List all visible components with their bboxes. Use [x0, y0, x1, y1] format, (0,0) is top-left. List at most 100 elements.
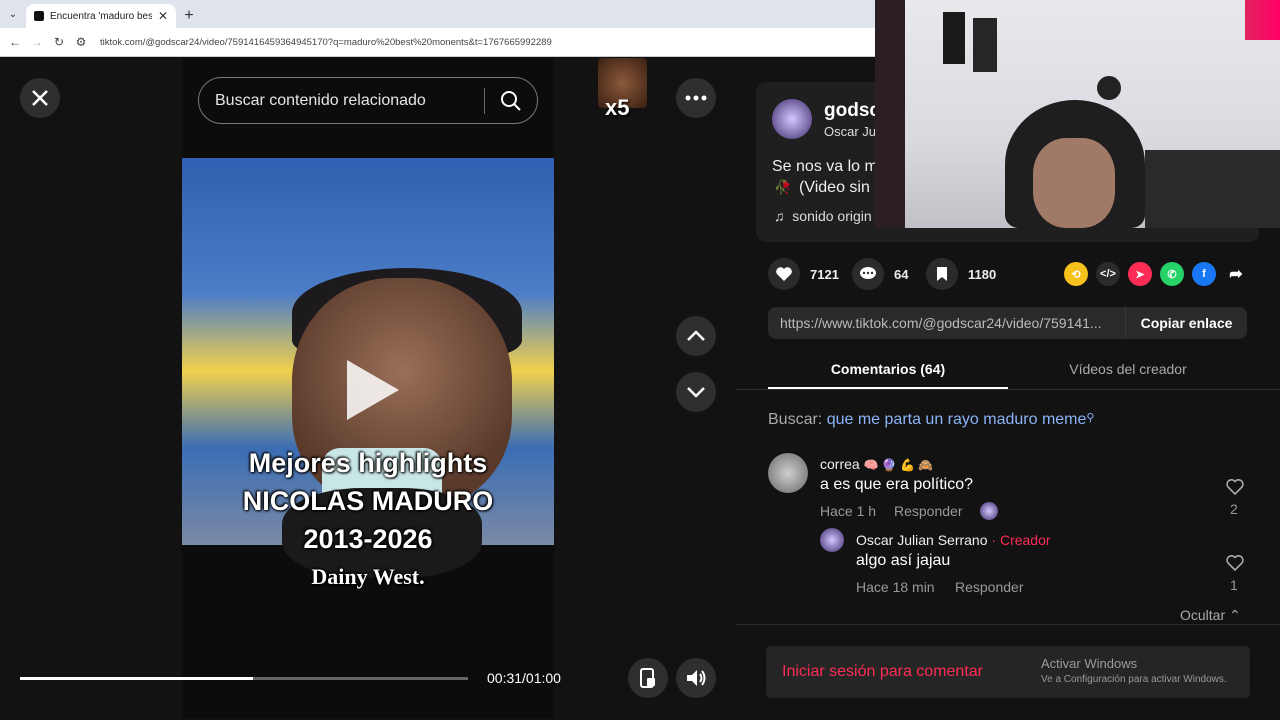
rose-emoji-icon: 🥀 [774, 179, 792, 195]
video-description: Se nos va lo m [772, 158, 878, 175]
video-time: 00:31/01:00 [487, 670, 561, 686]
browser-tab[interactable]: Encuentra 'maduro best monen' ✕ [26, 4, 176, 28]
more-options-button[interactable] [676, 78, 716, 118]
webcam-mic-arm [1145, 150, 1280, 228]
picture-in-picture-icon [640, 668, 655, 688]
reply-like-heart-icon[interactable] [1225, 553, 1245, 573]
new-tab-button[interactable]: + [176, 4, 202, 28]
video-progress-bar[interactable] [20, 677, 468, 680]
comment-count: 64 [894, 266, 909, 282]
sound-link[interactable]: ♫ sonido origin [774, 208, 872, 224]
search-icon[interactable] [499, 89, 523, 113]
video-caption-line1: Mejores highlights [248, 448, 488, 478]
close-tab-icon[interactable]: ✕ [158, 9, 168, 23]
related-search-placeholder: Buscar contenido relacionado [215, 91, 426, 109]
reply-author-avatar[interactable] [820, 528, 844, 552]
video-caption-line4: Dainy West. [311, 564, 425, 589]
site-info-icon[interactable]: ⚙ [74, 35, 88, 49]
like-count: 7121 [810, 266, 839, 282]
author-username[interactable]: godsc [824, 100, 880, 122]
comment-stat[interactable]: 64 [852, 258, 908, 290]
webcam-shelf [875, 0, 905, 228]
panel-tabs: Comentarios (64) Vídeos del creador [736, 350, 1280, 390]
video-caption-line3: 2013-2026 [303, 524, 433, 554]
sticker-multiplier: x5 [605, 95, 630, 120]
reply-button[interactable]: Responder [894, 503, 963, 519]
music-note-icon: ♫ [774, 208, 785, 224]
reload-icon[interactable]: ↻ [52, 35, 66, 49]
whatsapp-icon[interactable]: ✆ [1160, 262, 1184, 286]
tab-comments[interactable]: Comentarios (64) [768, 361, 1008, 377]
comment-like-count: 2 [1230, 501, 1238, 517]
back-icon[interactable]: ← [8, 35, 22, 49]
comment-like-heart-icon[interactable] [1225, 477, 1245, 497]
reply-text: algo así jajau [856, 552, 951, 569]
author-avatar[interactable] [772, 99, 812, 139]
next-video-button[interactable] [676, 372, 716, 412]
tab-creator-videos[interactable]: Vídeos del creador [1008, 361, 1248, 377]
video-player[interactable]: Mejores highlights NICOLAS MADURO 2013-2… [182, 58, 554, 718]
chevron-up-small-icon: ⌃ [1229, 607, 1241, 623]
chevron-down-icon [687, 387, 705, 398]
close-icon [32, 90, 48, 106]
heart-icon[interactable] [768, 258, 800, 290]
share-link-text[interactable]: https://www.tiktok.com/@godscar24/video/… [768, 315, 1125, 331]
search-suggestion-query[interactable]: que me parta un rayo maduro meme [827, 411, 1087, 428]
ellipsis-icon [685, 95, 707, 101]
emoji-decorations-icon: 🧠 🔮 💪 🙈 [863, 458, 934, 472]
reply-time: Hace 18 min [856, 579, 935, 595]
active-tab-indicator [768, 387, 1008, 389]
reply-reply-button[interactable]: Responder [955, 579, 1024, 595]
comment-text: a es que era político? [820, 476, 973, 493]
save-count: 1180 [968, 266, 997, 282]
embed-code-icon[interactable]: </> [1096, 262, 1120, 286]
creator-badge: · Creador [991, 532, 1051, 548]
hide-replies-label: Ocultar [1180, 607, 1226, 623]
video-progress-fill [20, 677, 253, 680]
close-video-button[interactable] [20, 78, 60, 118]
sound-name: sonido origin [792, 208, 872, 224]
webcam-poster-1 [943, 12, 965, 64]
search-suggestion[interactable]: Buscar: que me parta un rayo maduro meme… [768, 411, 1094, 429]
related-search-input[interactable]: Buscar contenido relacionado [198, 77, 538, 124]
tab-search-dropdown[interactable]: ⌄ [0, 0, 26, 28]
panel-divider [736, 624, 1280, 625]
windows-activation-watermark: Activar Windows Ve a Configuración para … [1041, 656, 1227, 685]
chevron-up-icon [687, 330, 705, 341]
reply-author-name: Oscar Julian Serrano [856, 532, 988, 548]
webcam-dartboard [1097, 76, 1121, 100]
commenter-avatar[interactable] [768, 453, 808, 493]
floating-player-button[interactable] [628, 658, 668, 698]
webcam-overlay [875, 0, 1280, 228]
hide-replies-button[interactable]: Ocultar ⌃ [1180, 607, 1241, 624]
search-divider [484, 88, 485, 114]
tiktok-favicon-icon [34, 11, 44, 21]
comment-time: Hace 1 h [820, 503, 877, 519]
author-nickname: Oscar Ju [824, 124, 877, 139]
volume-button[interactable] [676, 658, 716, 698]
repost-icon[interactable]: ⟲ [1064, 262, 1088, 286]
send-icon[interactable]: ➤ [1128, 262, 1152, 286]
speaker-icon [687, 670, 706, 686]
share-arrow-icon[interactable]: ➦ [1224, 262, 1248, 286]
bookmark-icon[interactable] [926, 258, 958, 290]
comment-bubble-icon[interactable] [852, 258, 884, 290]
tab-title: Encuentra 'maduro best monen' [50, 10, 152, 22]
watermark-subtitle: Ve a Configuración para activar Windows. [1041, 674, 1227, 685]
comment-author[interactable]: correa 🧠 🔮 💪 🙈 [820, 456, 933, 472]
save-stat[interactable]: 1180 [926, 258, 996, 290]
previous-video-button[interactable] [676, 316, 716, 356]
reply-author[interactable]: Oscar Julian Serrano · Creador [856, 532, 1051, 548]
copy-link-button[interactable]: Copiar enlace [1125, 307, 1247, 339]
comment-author-name: correa [820, 456, 860, 472]
url-field[interactable]: tiktok.com/@godscar24/video/759141645936… [100, 37, 552, 48]
facebook-icon[interactable]: f [1192, 262, 1216, 286]
forward-icon[interactable]: → [30, 35, 44, 49]
watermark-title: Activar Windows [1041, 656, 1138, 671]
search-small-icon: ⚲ [1086, 412, 1095, 424]
reply-like-count: 1 [1230, 577, 1238, 593]
video-description-line2: (Video sin [799, 179, 870, 196]
like-stat[interactable]: 7121 [768, 258, 839, 290]
play-icon[interactable] [347, 360, 399, 420]
login-to-comment-link[interactable]: Iniciar sesión para comentar [782, 663, 983, 681]
